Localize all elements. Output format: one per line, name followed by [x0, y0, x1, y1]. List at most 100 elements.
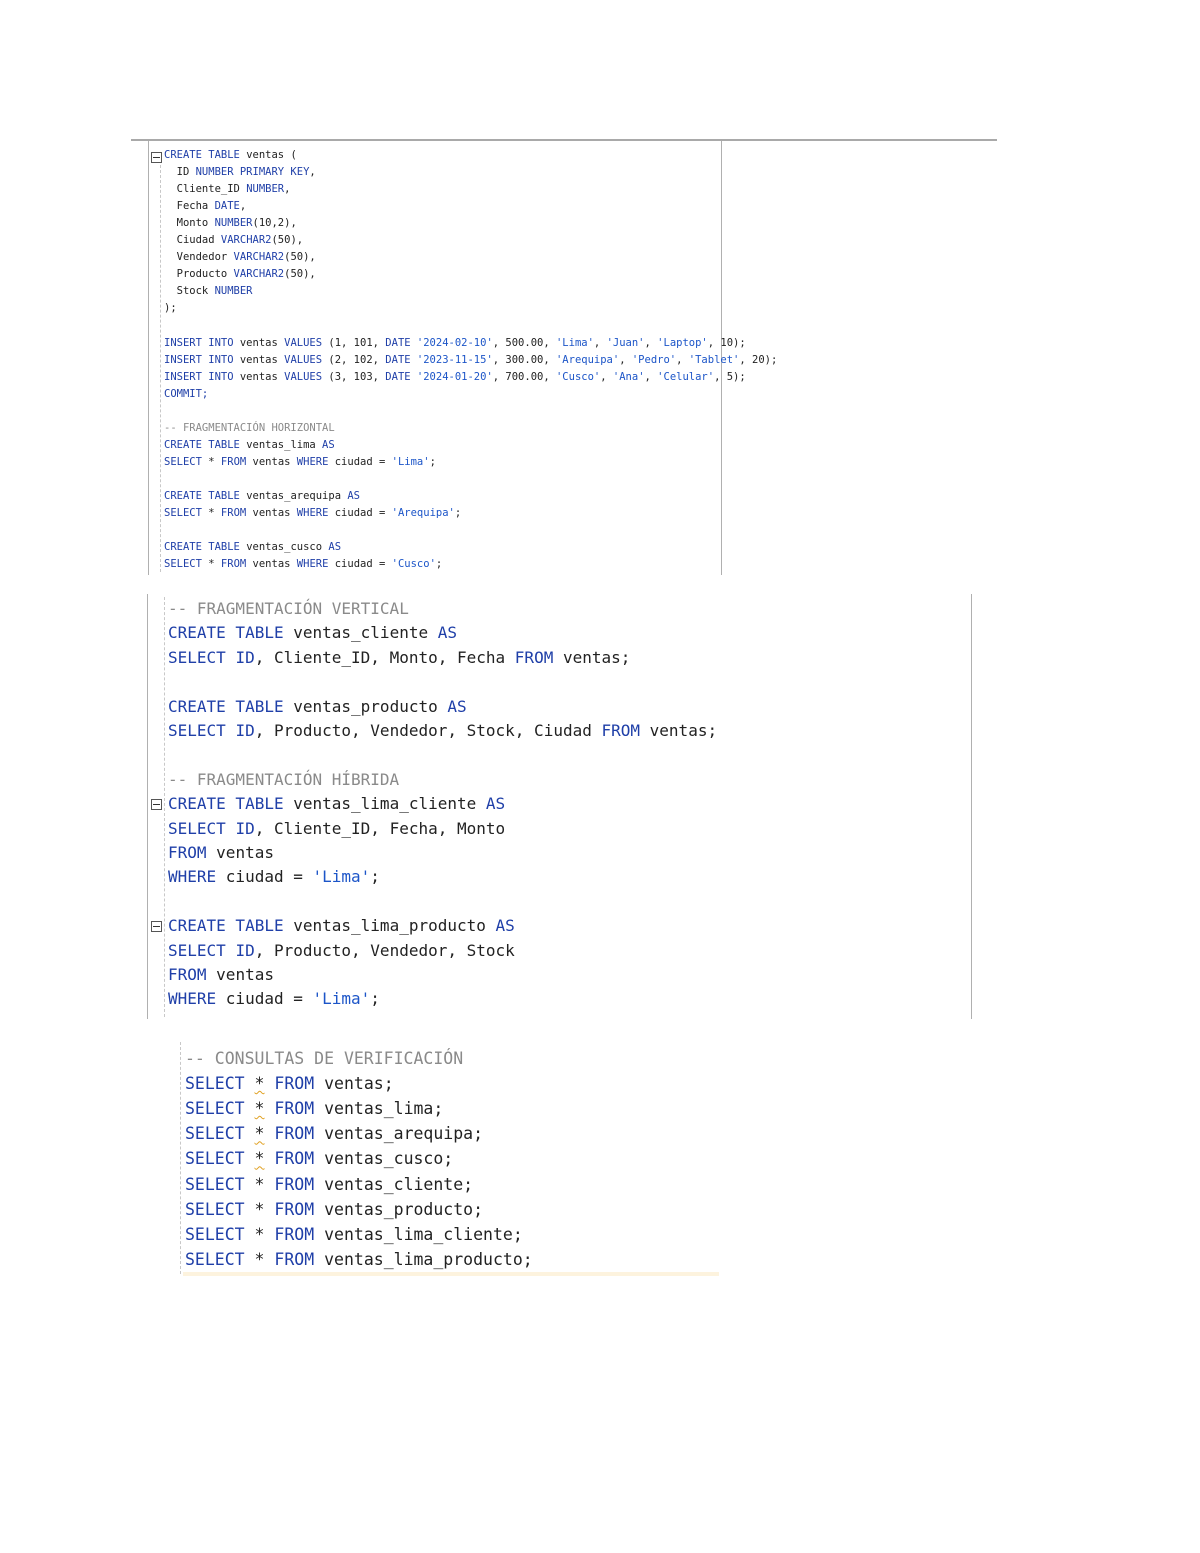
code-line[interactable]: CREATE TABLE ventas_lima AS	[164, 439, 335, 451]
sql-keyword: SELECT	[185, 1099, 255, 1119]
code-line[interactable]: SELECT * FROM ventas;	[185, 1074, 394, 1093]
code-token: ventas;	[649, 721, 718, 740]
code-line[interactable]: Stock NUMBER	[164, 285, 253, 297]
code-token: *	[208, 558, 221, 571]
code-line[interactable]: SELECT * FROM ventas_lima;	[185, 1099, 443, 1118]
sql-keyword: SELECT	[164, 455, 209, 468]
code-line[interactable]: INSERT INTO ventas VALUES (2, 102, DATE …	[164, 354, 777, 366]
sql-keyword: WHERE	[168, 867, 226, 887]
code-line[interactable]: Ciudad VARCHAR2(50),	[164, 234, 303, 246]
code-line[interactable]: WHERE ciudad = 'Lima';	[168, 867, 380, 886]
code-token: ventas_arequipa;	[324, 1124, 484, 1144]
sql-keyword: FROM	[220, 507, 253, 520]
code-line[interactable]: );	[164, 302, 177, 314]
code-line[interactable]: ID NUMBER PRIMARY KEY,	[164, 166, 316, 178]
sql-keyword: NUMBER	[214, 217, 253, 230]
sql-keyword: SELECT	[164, 507, 209, 520]
code-line[interactable]: FROM ventas	[168, 843, 274, 862]
code-line[interactable]: COMMIT;	[164, 388, 208, 400]
code-line[interactable]: SELECT ID, Cliente_ID, Fecha, Monto	[168, 819, 505, 838]
code-line[interactable]: Fecha DATE,	[164, 200, 247, 213]
sql-keyword: VARCHAR2	[233, 268, 285, 281]
panel-left-border	[148, 141, 149, 575]
code-line[interactable]: SELECT * FROM ventas_producto;	[185, 1200, 483, 1219]
code-line[interactable]: CREATE TABLE ventas_lima_producto AS	[168, 916, 515, 935]
code-line[interactable]: SELECT * FROM ventas_cliente;	[185, 1175, 473, 1194]
code-token: (2, 102,	[328, 353, 386, 366]
sql-comment: -- FRAGMENTACIÓN HORIZONTAL	[164, 421, 335, 434]
string-literal: 'Lima'	[312, 867, 371, 887]
code-token: ventas_lima	[246, 438, 323, 451]
code-token: ;	[370, 989, 380, 1009]
sql-keyword: FROM	[168, 843, 217, 862]
code-line[interactable]: -- FRAGMENTACIÓN HÍBRIDA	[168, 770, 399, 789]
code-line[interactable]: SELECT * FROM ventas_arequipa;	[185, 1124, 483, 1143]
code-token: ,	[600, 370, 613, 383]
code-line[interactable]: WHERE ciudad = 'Lima';	[168, 989, 380, 1008]
code-line[interactable]: INSERT INTO ventas VALUES (3, 103, DATE …	[164, 371, 746, 383]
fold-collapse-icon[interactable]	[151, 799, 162, 810]
code-line[interactable]: CREATE TABLE ventas_cusco AS	[164, 541, 341, 553]
code-line[interactable]: CREATE TABLE ventas_arequipa AS	[164, 490, 360, 502]
code-token: ventas_cliente	[293, 623, 438, 643]
sql-keyword: FROM	[601, 721, 650, 740]
code-line[interactable]: SELECT ID, Producto, Vendedor, Stock	[168, 941, 515, 960]
code-token: , 10);	[707, 336, 746, 349]
code-line[interactable]: -- FRAGMENTACIÓN VERTICAL	[168, 599, 409, 618]
code-line[interactable]: SELECT * FROM ventas_lima_producto;	[185, 1250, 533, 1269]
code-line[interactable]: SELECT * FROM ventas WHERE ciudad = 'Cus…	[164, 558, 442, 570]
fold-guide	[180, 1042, 181, 1274]
sql-keyword: FROM	[220, 558, 253, 571]
sql-keyword: VALUES	[284, 353, 329, 366]
code-line[interactable]: CREATE TABLE ventas_lima_cliente AS	[168, 794, 505, 813]
sql-keyword: VARCHAR2	[220, 234, 272, 247]
code-token: ;	[454, 507, 462, 520]
code-token: , Cliente_ID, Monto, Fecha	[254, 647, 515, 667]
code-line[interactable]: SELECT * FROM ventas_lima_cliente;	[185, 1225, 523, 1244]
code-line[interactable]: Producto VARCHAR2(50),	[164, 268, 316, 280]
fold-collapse-icon[interactable]	[151, 152, 162, 163]
code-token: ;	[370, 867, 380, 887]
sql-keyword: FROM	[274, 1224, 325, 1244]
code-line[interactable]: -- CONSULTAS DE VERIFICACIÓN	[185, 1049, 463, 1068]
code-token: Stock	[164, 285, 215, 298]
code-line[interactable]: SELECT ID, Producto, Vendedor, Stock, Ci…	[168, 721, 717, 740]
code-line[interactable]: SELECT * FROM ventas WHERE ciudad = 'Are…	[164, 507, 461, 519]
code-line[interactable]: FROM ventas	[168, 965, 274, 984]
sql-keyword: CREATE TABLE	[168, 916, 294, 936]
code-token: ventas	[216, 843, 274, 862]
sql-keyword: DATE	[214, 200, 240, 213]
code-line[interactable]: INSERT INTO ventas VALUES (1, 101, DATE …	[164, 337, 746, 349]
code-line[interactable]: -- FRAGMENTACIÓN HORIZONTAL	[164, 422, 335, 434]
code-token: ventas	[252, 558, 297, 571]
code-line[interactable]: Monto NUMBER(10,2),	[164, 217, 297, 229]
code-token: ventas	[252, 507, 297, 520]
fold-collapse-icon[interactable]	[151, 921, 162, 932]
string-literal: 'Arequipa'	[555, 353, 620, 366]
sql-keyword: CREATE TABLE	[164, 149, 247, 161]
code-token: (50),	[284, 251, 316, 264]
code-token: (50),	[271, 234, 304, 247]
sql-keyword: SELECT	[185, 1199, 255, 1219]
sql-keyword: SELECT	[185, 1249, 255, 1269]
code-line[interactable]: Vendedor VARCHAR2(50),	[164, 251, 316, 263]
sql-keyword: DATE	[385, 336, 417, 349]
code-line[interactable]: Cliente_ID NUMBER,	[164, 183, 291, 195]
code-line[interactable]: SELECT * FROM ventas_cusco;	[185, 1149, 453, 1168]
code-token: );	[164, 302, 177, 315]
sql-keyword: NUMBER PRIMARY KEY	[195, 166, 310, 179]
code-token: ventas_arequipa	[246, 490, 348, 502]
code-line[interactable]: CREATE TABLE ventas_producto AS	[168, 697, 467, 716]
code-line[interactable]: CREATE TABLE ventas_cliente AS	[168, 623, 457, 642]
code-line[interactable]: CREATE TABLE ventas (	[164, 149, 297, 161]
code-line[interactable]: SELECT ID, Cliente_ID, Monto, Fecha FROM…	[168, 648, 630, 667]
code-token: *	[254, 1099, 265, 1119]
sql-keyword: SELECT	[185, 1074, 255, 1094]
code-line[interactable]: SELECT * FROM ventas WHERE ciudad = 'Lim…	[164, 456, 436, 468]
sql-keyword: FROM	[274, 1124, 325, 1144]
code-token: ventas;	[324, 1074, 394, 1094]
code-token: , 700.00,	[492, 370, 556, 383]
sql-keyword: SELECT	[164, 558, 209, 571]
code-token: , 5);	[714, 370, 746, 383]
